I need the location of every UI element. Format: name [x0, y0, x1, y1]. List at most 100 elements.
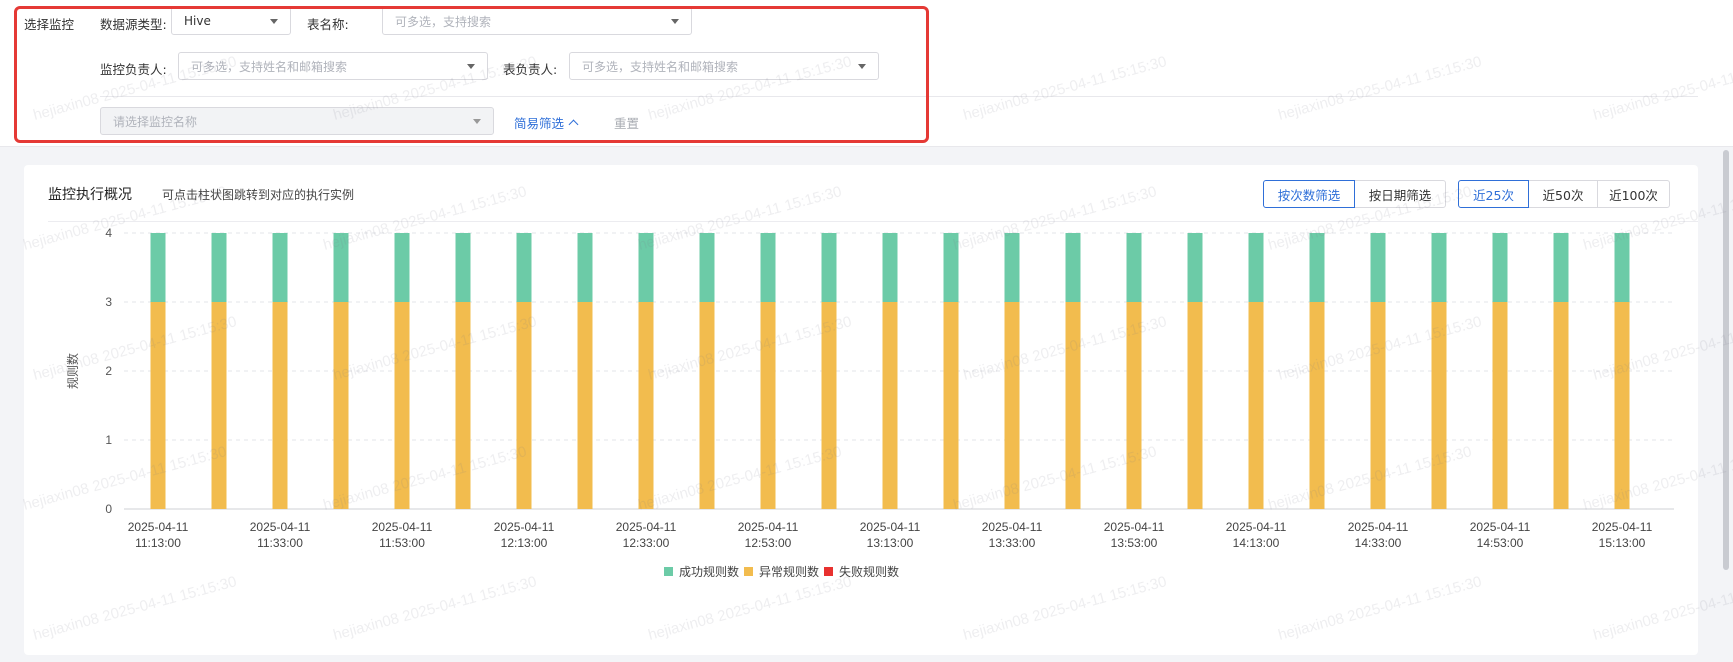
- bar-segment: [1370, 302, 1386, 509]
- y-tick-label: 0: [105, 502, 112, 516]
- bar-segment: [1004, 302, 1020, 509]
- bar-segment: [943, 233, 959, 302]
- owner-label: 监控负责人:: [100, 62, 167, 77]
- monitor-name-placeholder: 请选择监控名称: [113, 114, 198, 129]
- bar-segment: [1431, 233, 1447, 302]
- x-tick-label: 2025-04-11: [250, 520, 311, 534]
- bar-segment: [1370, 233, 1386, 302]
- bar-segment: [821, 233, 837, 302]
- filter-panel: 选择监控 数据源类型: Hive 表名称: 可多选，支持搜索 监控负责人: 可多…: [0, 0, 1733, 147]
- x-tick-label: 2025-04-11: [128, 520, 189, 534]
- bar-segment: [394, 302, 410, 509]
- datasource-select[interactable]: Hive: [171, 7, 291, 35]
- bar-segment: [882, 302, 898, 509]
- chevron-down-icon: [858, 64, 866, 69]
- y-tick-label: 4: [105, 226, 112, 240]
- legend-label: 成功规则数: [679, 564, 739, 579]
- bar-segment: [394, 233, 410, 302]
- legend-label: 异常规则数: [759, 564, 819, 579]
- execution-bar-chart: 0 1 2 3 4 规则数 2025-04-11 11:13:00 2025-04-11 11:3…: [65, 226, 1674, 579]
- simple-filter-toggle[interactable]: 简易筛选: [514, 113, 579, 132]
- owner-placeholder: 可多选，支持姓名和邮箱搜索: [191, 59, 348, 74]
- x-tick-label: 14:53:00: [1477, 536, 1524, 550]
- chevron-down-icon: [270, 19, 278, 24]
- x-tick-label: 12:13:00: [501, 536, 548, 550]
- y-tick-label: 3: [105, 295, 112, 309]
- datasource-value: Hive: [184, 14, 211, 28]
- filter-by-count-button[interactable]: 按次数筛选: [1263, 180, 1355, 208]
- bar-segment: [150, 233, 166, 302]
- bar-segment: [1309, 233, 1325, 302]
- y-tick-label: 2: [105, 364, 112, 378]
- execution-overview-card: 监控执行概况 可点击柱状图跳转到对应的执行实例 按次数筛选 按日期筛选 近25次…: [24, 165, 1698, 655]
- reset-button[interactable]: 重置: [614, 113, 639, 132]
- chevron-down-icon: [671, 19, 679, 24]
- table-owner-select[interactable]: 可多选，支持姓名和邮箱搜索: [569, 52, 879, 80]
- x-tick-label: 2025-04-11: [1104, 520, 1165, 534]
- bar-segment: [1492, 233, 1508, 302]
- x-tick-label: 2025-04-11: [1470, 520, 1531, 534]
- y-axis-label: 规则数: [65, 353, 80, 389]
- x-tick-label: 2025-04-11: [616, 520, 677, 534]
- x-tick-label: 2025-04-11: [860, 520, 921, 534]
- x-tick-label: 13:33:00: [989, 536, 1036, 550]
- bar-segment: [882, 233, 898, 302]
- bar-segment: [821, 302, 837, 509]
- bar-segment: [699, 302, 715, 509]
- x-tick-label: 2025-04-11: [1348, 520, 1409, 534]
- bar-segment: [1614, 233, 1630, 302]
- table-label: 表名称:: [307, 17, 349, 32]
- bar-segment: [272, 233, 288, 302]
- x-tick-label: 11:53:00: [379, 536, 425, 550]
- x-tick-label: 2025-04-11: [982, 520, 1043, 534]
- bar-segment: [1126, 233, 1142, 302]
- bar-segment: [333, 302, 349, 509]
- bar-segment: [211, 233, 227, 302]
- legend-swatch: [744, 567, 753, 576]
- bar-segment: [1065, 233, 1081, 302]
- bar-segment: [699, 233, 715, 302]
- x-tick-label: 2025-04-11: [494, 520, 555, 534]
- table-owner-placeholder: 可多选，支持姓名和邮箱搜索: [582, 59, 739, 74]
- bar-segment: [1431, 302, 1447, 509]
- bar-segment: [272, 302, 288, 509]
- bar-segment: [455, 302, 471, 509]
- x-tick-label: 13:53:00: [1111, 536, 1158, 550]
- bar-segment: [1248, 302, 1264, 509]
- x-tick-label: 2025-04-11: [1592, 520, 1653, 534]
- legend-label: 失败规则数: [839, 564, 899, 579]
- section-label: 选择监控: [24, 17, 75, 32]
- bar-segment: [1309, 302, 1325, 509]
- bar-segment: [150, 302, 166, 509]
- x-tick-label: 11:33:00: [257, 536, 303, 550]
- bar-segment: [1492, 302, 1508, 509]
- x-tick-label: 15:13:00: [1599, 536, 1646, 550]
- last-25-button[interactable]: 近25次: [1458, 180, 1529, 208]
- bar-segment: [516, 302, 532, 509]
- bar-segment: [638, 302, 654, 509]
- bar-segment: [516, 233, 532, 302]
- x-tick-label: 2025-04-11: [738, 520, 799, 534]
- bar-segment: [943, 302, 959, 509]
- bar-segment: [1248, 233, 1264, 302]
- legend-swatch: [664, 567, 673, 576]
- bar-segment: [1553, 233, 1569, 302]
- vertical-scrollbar[interactable]: [1723, 150, 1729, 570]
- table-placeholder: 可多选，支持搜索: [395, 14, 492, 29]
- x-tick-label: 13:13:00: [867, 536, 914, 550]
- bar-segment: [455, 233, 471, 302]
- bar-segment: [760, 233, 776, 302]
- chevron-down-icon: [467, 64, 475, 69]
- x-tick-label: 14:33:00: [1355, 536, 1402, 550]
- monitor-name-select[interactable]: 请选择监控名称: [100, 107, 494, 135]
- owner-select[interactable]: 可多选，支持姓名和邮箱搜索: [178, 52, 488, 80]
- x-tick-label: 2025-04-11: [372, 520, 433, 534]
- y-tick-label: 1: [105, 433, 112, 447]
- bar-segment: [1553, 302, 1569, 509]
- x-tick-label: 12:33:00: [623, 536, 670, 550]
- table-select[interactable]: 可多选，支持搜索: [382, 7, 692, 35]
- bar-segment: [1614, 302, 1630, 509]
- datasource-label: 数据源类型:: [100, 17, 167, 32]
- bar-segment: [211, 302, 227, 509]
- bar-segment: [760, 302, 776, 509]
